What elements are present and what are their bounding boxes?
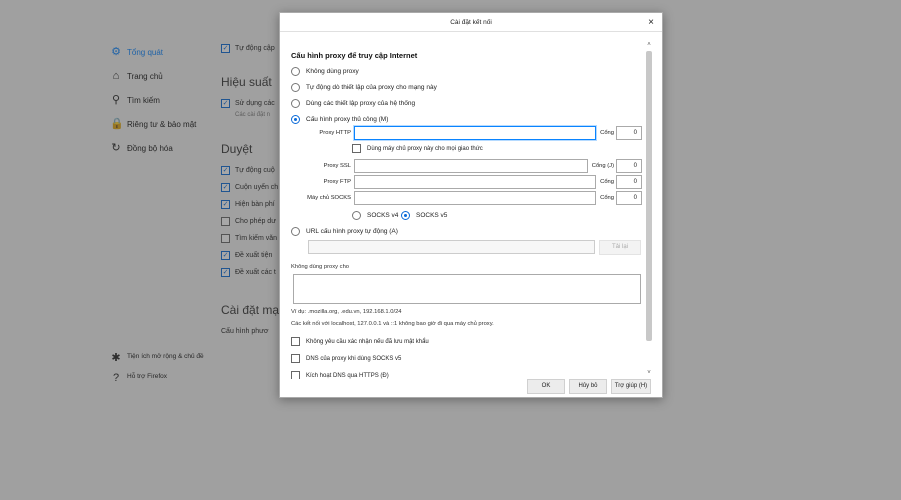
radio-button[interactable] xyxy=(291,66,300,76)
radio-manual-proxy[interactable]: Cấu hình proxy thủ công (M) xyxy=(291,113,388,125)
ftp-proxy-label: Proxy FTP xyxy=(323,179,351,185)
help-button[interactable]: Trợ giúp (H) xyxy=(611,379,651,394)
cancel-button[interactable]: Hủy bỏ xyxy=(569,379,607,394)
scroll-up-arrow-icon[interactable]: ˄ xyxy=(646,41,652,49)
ssl-proxy-label: Proxy SSL xyxy=(323,163,351,169)
checkbox[interactable] xyxy=(291,337,300,346)
radio-button[interactable] xyxy=(291,226,300,236)
radio-button[interactable] xyxy=(291,98,300,108)
ssl-port-label: Cổng (J) xyxy=(591,163,614,169)
close-icon[interactable]: × xyxy=(648,13,654,32)
dialog-title: Cài đặt kết nối xyxy=(450,19,492,26)
http-proxy-input[interactable] xyxy=(354,126,596,140)
dialog-scrollbar[interactable]: ˄ ˅ xyxy=(646,41,652,377)
radio-button[interactable] xyxy=(291,82,300,92)
ftp-proxy-input[interactable] xyxy=(354,175,596,189)
ssl-port-input[interactable]: 0 xyxy=(616,159,642,173)
radio-system-proxy[interactable]: Dùng các thiết lập proxy của hệ thống xyxy=(291,97,415,109)
ssl-proxy-input[interactable] xyxy=(354,159,588,173)
radio-button-selected[interactable] xyxy=(401,210,410,220)
reload-button[interactable]: Tải lại xyxy=(599,240,641,255)
socks-port-label: Cổng xyxy=(600,195,614,201)
no-proxy-label: Không dùng proxy cho xyxy=(291,264,350,270)
socks-host-label: Máy chủ SOCKS xyxy=(307,195,351,201)
radio-button[interactable] xyxy=(352,210,361,220)
http-port-input[interactable]: 0 xyxy=(616,126,642,140)
radio-socks-v4[interactable]: SOCKS v4 xyxy=(352,209,398,221)
checkbox[interactable] xyxy=(352,144,361,153)
http-port-label: Cổng xyxy=(600,130,614,136)
dialog-title-bar: Cài đặt kết nối × xyxy=(280,13,662,32)
scrollbar-thumb[interactable] xyxy=(646,51,652,341)
auto-config-url-input[interactable] xyxy=(308,240,595,254)
ftp-port-input[interactable]: 0 xyxy=(616,175,642,189)
use-for-all-protocols-option[interactable]: Dùng máy chủ proxy này cho mọi giao thức xyxy=(352,144,483,153)
no-auth-prompt-option[interactable]: Không yêu cầu xác nhận nếu đã lưu mật kh… xyxy=(291,337,429,346)
radio-auto-detect[interactable]: Tự động dò thiết lập của proxy cho mạng … xyxy=(291,81,437,93)
http-proxy-label: Proxy HTTP xyxy=(319,130,351,136)
radio-socks-v5[interactable]: SOCKS v5 xyxy=(401,209,447,221)
socks-dns-option[interactable]: DNS của proxy khi dùng SOCKS v5 xyxy=(291,354,401,363)
socks-host-input[interactable] xyxy=(354,191,596,205)
dialog-button-bar: OK Hủy bỏ Trợ giúp (H) xyxy=(280,375,664,399)
no-proxy-textarea[interactable] xyxy=(293,274,641,304)
connection-settings-dialog: Cài đặt kết nối × Cấu hình proxy để truy… xyxy=(279,12,663,398)
no-proxy-example: Ví dụ: .mozilla.org, .edu.vn, 192.168.1.… xyxy=(291,309,402,315)
ftp-port-label: Cổng xyxy=(600,179,614,185)
checkbox[interactable] xyxy=(291,354,300,363)
proxy-group-heading: Cấu hình proxy để truy cập Internet xyxy=(291,51,418,60)
ok-button[interactable]: OK xyxy=(527,379,565,394)
socks-port-input[interactable]: 0 xyxy=(616,191,642,205)
localhost-note: Các kết nối với localhost, 127.0.0.1 và … xyxy=(291,321,494,327)
dialog-body: Cấu hình proxy để truy cập Internet Khôn… xyxy=(280,33,664,379)
radio-no-proxy[interactable]: Không dùng proxy xyxy=(291,65,359,77)
radio-button-selected[interactable] xyxy=(291,114,300,124)
radio-auto-config-url[interactable]: URL cấu hình proxy tự động (A) xyxy=(291,225,398,237)
